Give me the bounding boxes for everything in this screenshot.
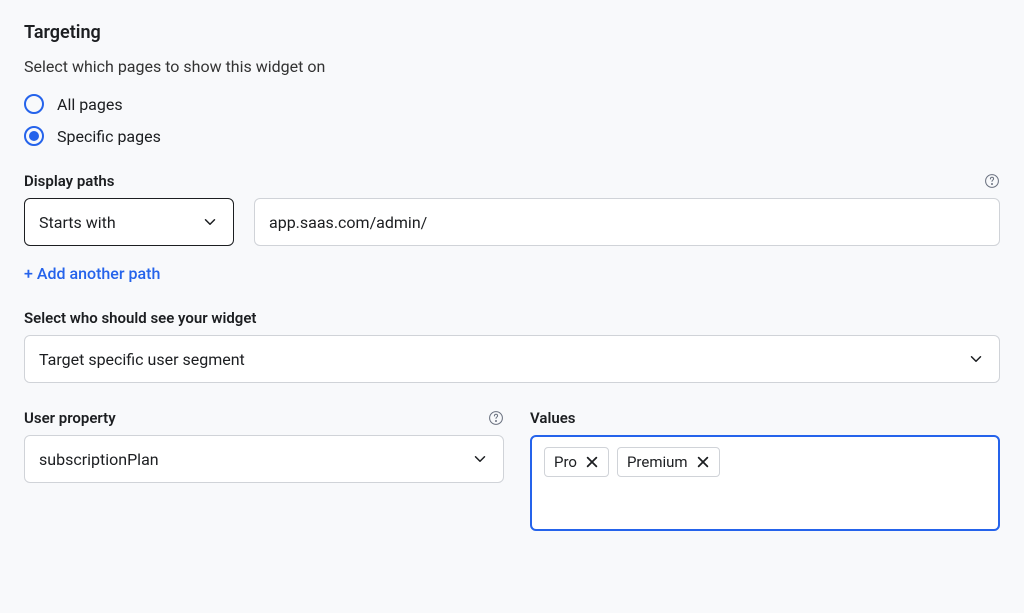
section-title: Targeting: [24, 22, 1000, 43]
add-path-link[interactable]: + Add another path: [24, 264, 160, 283]
audience-select[interactable]: Target specific user segment: [24, 335, 1000, 383]
value-chip: Premium: [617, 447, 720, 477]
select-value: Starts with: [39, 213, 201, 232]
page-scope-radio-group: All pages Specific pages: [24, 94, 1000, 146]
help-icon[interactable]: [984, 173, 1000, 189]
close-icon[interactable]: [585, 455, 599, 469]
audience-label: Select who should see your widget: [24, 309, 1000, 327]
chevron-down-icon: [201, 213, 219, 231]
section-description: Select which pages to show this widget o…: [24, 57, 1000, 76]
chevron-down-icon: [967, 350, 985, 368]
display-paths-label: Display paths: [24, 172, 114, 190]
help-icon[interactable]: [488, 410, 504, 426]
user-property-select[interactable]: subscriptionPlan: [24, 435, 504, 483]
value-chip: Pro: [544, 447, 609, 477]
chevron-down-icon: [471, 450, 489, 468]
chip-label: Pro: [554, 453, 577, 471]
radio-specific-pages[interactable]: Specific pages: [24, 126, 1000, 146]
user-property-label: User property: [24, 409, 116, 427]
path-value-input[interactable]: [254, 198, 1000, 246]
radio-label: Specific pages: [57, 127, 161, 146]
radio-all-pages[interactable]: All pages: [24, 94, 1000, 114]
select-value: Target specific user segment: [39, 350, 967, 369]
select-value: subscriptionPlan: [39, 450, 471, 469]
path-operator-select[interactable]: Starts with: [24, 198, 234, 246]
radio-button-icon: [24, 94, 44, 114]
radio-label: All pages: [57, 95, 123, 114]
close-icon[interactable]: [696, 455, 710, 469]
chip-label: Premium: [627, 453, 688, 471]
values-label: Values: [530, 409, 1000, 427]
radio-button-icon: [24, 126, 44, 146]
values-input[interactable]: Pro Premium: [530, 435, 1000, 531]
